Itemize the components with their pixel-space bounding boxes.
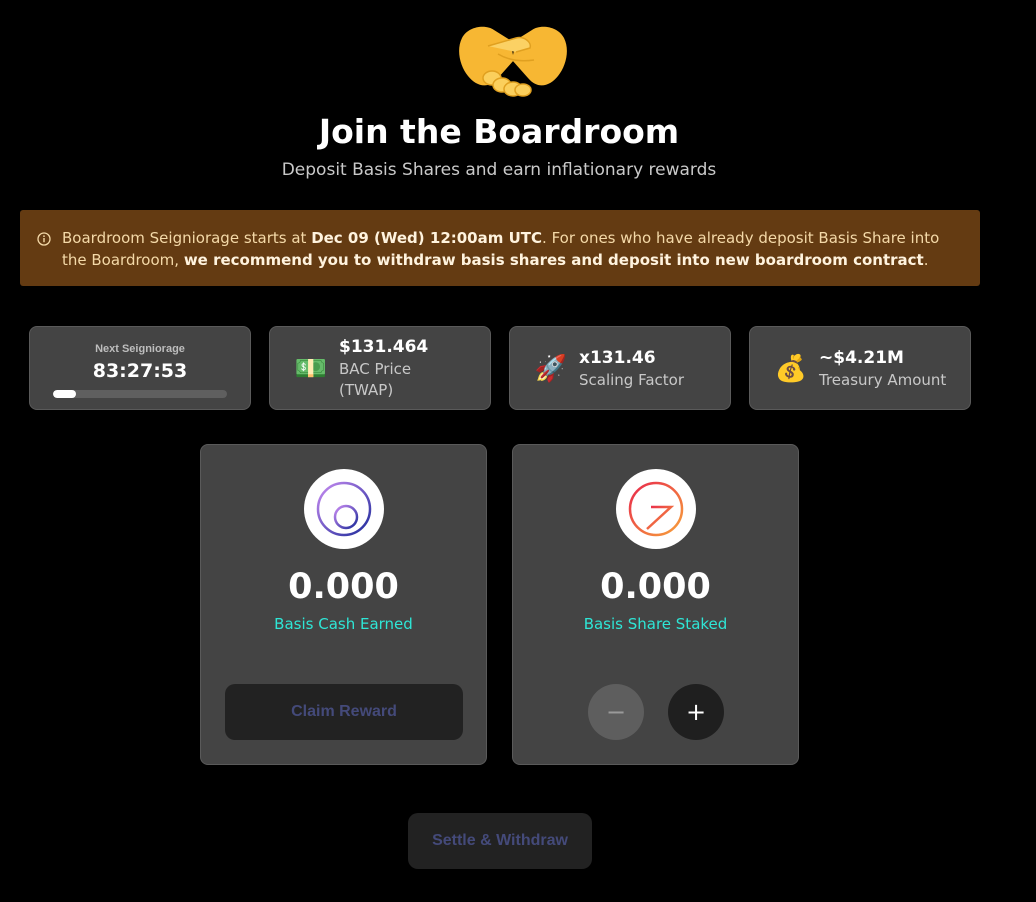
bac-price-value: $131.464 <box>339 337 429 357</box>
rocket-icon: 🚀 <box>534 353 568 383</box>
boardroom-page: Join the Boardroom Deposit Basis Shares … <box>0 0 1036 902</box>
notice-date: Dec 09 (Wed) 12:00am UTC <box>311 229 543 247</box>
handshake-icon <box>458 20 568 100</box>
treasury-amount-value: ~$4.21M <box>819 348 904 368</box>
notice-text: . <box>923 251 929 269</box>
settle-withdraw-button[interactable]: Settle & Withdraw <box>408 813 592 869</box>
countdown-timer: 83:27:53 <box>92 360 188 382</box>
info-icon <box>37 230 51 246</box>
seigniorage-notice: Boardroom Seigniorage starts at Dec 09 (… <box>20 210 980 286</box>
bac-price-card: 💵 $131.464 BAC Price (TWAP) <box>269 326 491 410</box>
scaling-factor-value: x131.46 <box>579 348 656 368</box>
notice-recommendation: we recommend you to withdraw basis share… <box>183 251 924 269</box>
next-seigniorage-card: Next Seigniorage 83:27:53 <box>29 326 251 410</box>
basis-share-staked-card: 0.000 Basis Share Staked − + <box>512 444 799 765</box>
basis-cash-earned-value: 0.000 <box>288 567 399 607</box>
treasury-amount-card: 💰 ~$4.21M Treasury Amount <box>749 326 971 410</box>
basis-share-staked-value: 0.000 <box>600 567 711 607</box>
scaling-factor-label: Scaling Factor <box>579 371 685 389</box>
money-bag-icon: 💰 <box>774 353 808 383</box>
page-subtitle: Deposit Basis Shares and earn inflationa… <box>281 160 717 180</box>
basis-share-logo <box>616 469 696 549</box>
scaling-factor-card: 🚀 x131.46 Scaling Factor <box>509 326 731 410</box>
next-seigniorage-label: Next Seigniorage <box>95 343 185 355</box>
basis-share-staked-label: Basis Share Staked <box>583 615 728 633</box>
page-title: Join the Boardroom <box>318 112 680 151</box>
claim-reward-button[interactable]: Claim Reward <box>225 684 463 740</box>
dollar-banknote-icon: 💵 <box>294 353 328 383</box>
stake-plus-button[interactable]: + <box>668 684 724 740</box>
unstake-minus-button[interactable]: − <box>588 684 644 740</box>
countdown-progress-fill <box>53 390 76 398</box>
bac-price-label: BAC Price (TWAP) <box>339 360 412 399</box>
notice-text: Boardroom Seigniorage starts at <box>62 229 312 247</box>
basis-cash-earned-card: 0.000 Basis Cash Earned Claim Reward <box>200 444 487 765</box>
countdown-progress-bar <box>53 390 227 398</box>
treasury-amount-label: Treasury Amount <box>819 371 947 389</box>
basis-cash-earned-label: Basis Cash Earned <box>274 615 413 633</box>
basis-cash-logo <box>304 469 384 549</box>
